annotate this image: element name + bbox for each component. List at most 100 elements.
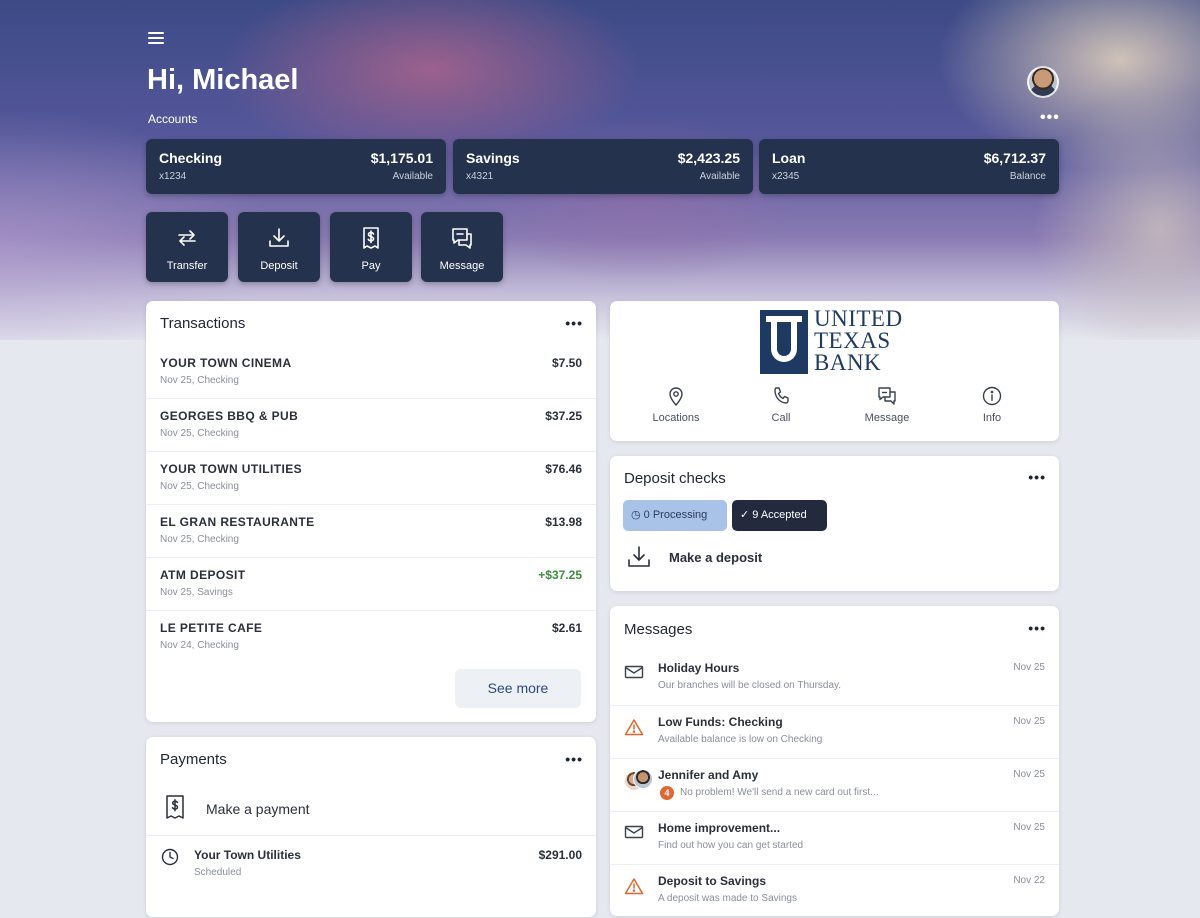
user-avatar[interactable] (1027, 66, 1059, 98)
transaction-row[interactable]: GEORGES BBQ & PUB Nov 25, Checking $37.2… (146, 398, 596, 451)
envelope-icon (624, 825, 644, 839)
account-amount-label: Available (699, 171, 740, 182)
accepted-filter-chip[interactable]: ✓ 9 Accepted (732, 500, 827, 531)
transaction-meta: Nov 25, Checking (160, 481, 239, 492)
message-row[interactable]: Jennifer and Amy 4 No problem! We'll sen… (610, 758, 1059, 812)
transaction-amount: $7.50 (551, 356, 582, 370)
phone-icon (774, 387, 789, 404)
message-date: Nov 25 (1013, 822, 1045, 833)
message-snippet: Our branches will be closed on Thursday. (658, 680, 842, 691)
make-payment-row[interactable]: Make a payment (146, 787, 596, 833)
message-title: Jennifer and Amy (658, 768, 759, 782)
bank-logo-line: TEXAS (814, 328, 891, 353)
bank-message-label: Message (864, 412, 910, 424)
messages-more-icon[interactable]: ••• (1028, 620, 1046, 636)
transactions-title: Transactions (160, 315, 246, 332)
map-pin-icon (669, 387, 683, 406)
call-button[interactable]: Call (736, 386, 826, 424)
message-row[interactable]: Home improvement... Find out how you can… (610, 811, 1059, 865)
hamburger-menu-icon[interactable] (148, 30, 164, 46)
transaction-merchant: GEORGES BBQ & PUB (160, 409, 299, 423)
see-more-button[interactable]: See more (455, 669, 581, 708)
unread-count-badge: 4 (660, 786, 674, 800)
account-amount-label: Balance (1009, 171, 1046, 182)
account-amount: $1,175.01 (370, 150, 433, 166)
download-tray-icon (269, 228, 289, 247)
transactions-more-icon[interactable]: ••• (565, 315, 583, 331)
message-snippet: No problem! We'll send a new card out fi… (680, 787, 879, 798)
transaction-amount: $2.61 (551, 621, 582, 635)
clock-icon: ◷ (631, 509, 641, 521)
bank-logo-wordmark: UNITED TEXAS BANK (814, 306, 903, 375)
locations-button[interactable]: Locations (631, 386, 721, 424)
payment-row[interactable]: Your Town Utilities Scheduled $291.00 (146, 835, 596, 886)
transfer-button[interactable]: Transfer (146, 212, 228, 282)
account-name: Loan (772, 150, 806, 166)
account-card-savings[interactable]: Savings x4321 $2,423.25 Available (453, 139, 753, 194)
bank-message-button[interactable]: Message (842, 386, 932, 424)
message-snippet: Available balance is low on Checking (658, 734, 823, 745)
bill-dollar-icon (363, 227, 379, 249)
transaction-row[interactable]: ATM DEPOSIT Nov 25, Savings +$37.25 (146, 557, 596, 610)
bill-dollar-icon (166, 795, 184, 819)
message-date: Nov 22 (1013, 875, 1045, 886)
pay-label: Pay (361, 260, 381, 272)
make-payment-label: Make a payment (206, 801, 310, 817)
pay-button[interactable]: Pay (330, 212, 412, 282)
deposit-button[interactable]: Deposit (238, 212, 320, 282)
transaction-merchant: EL GRAN RESTAURANTE (160, 515, 315, 529)
warning-icon (624, 719, 644, 736)
message-row[interactable]: Deposit to Savings A deposit was made to… (610, 864, 1059, 918)
account-number: x1234 (159, 171, 187, 182)
message-row[interactable]: Holiday Hours Our branches will be close… (610, 652, 1059, 705)
payments-card: Payments ••• Make a payment Your Town Ut… (146, 737, 596, 917)
transaction-row[interactable]: YOUR TOWN UTILITIES Nov 25, Checking $76… (146, 451, 596, 504)
account-number: x2345 (772, 171, 800, 182)
deposit-label: Deposit (260, 260, 298, 272)
message-title: Deposit to Savings (658, 874, 767, 888)
deposit-checks-more-icon[interactable]: ••• (1028, 469, 1046, 485)
message-label: Message (439, 260, 485, 272)
payments-more-icon[interactable]: ••• (565, 751, 583, 767)
info-icon (982, 386, 1002, 406)
transaction-row[interactable]: YOUR TOWN CINEMA Nov 25, Checking $7.50 (146, 346, 596, 398)
payment-amount: $291.00 (538, 848, 582, 862)
payment-payee: Your Town Utilities (194, 848, 301, 862)
account-card-checking[interactable]: Checking x1234 $1,175.01 Available (146, 139, 446, 194)
transaction-merchant: YOUR TOWN CINEMA (160, 356, 292, 370)
account-amount: $6,712.37 (983, 150, 1046, 166)
account-amount: $2,423.25 (677, 150, 740, 166)
account-number: x4321 (466, 171, 494, 182)
info-button[interactable]: Info (947, 386, 1037, 424)
message-date: Nov 25 (1013, 662, 1045, 673)
bank-logo-line: BANK (814, 350, 882, 375)
bank-logo-line: UNITED (814, 306, 903, 331)
check-icon: ✓ (740, 509, 750, 521)
account-amount-label: Available (392, 171, 433, 182)
info-label: Info (982, 412, 1002, 424)
make-deposit-row[interactable]: Make a deposit (610, 540, 1059, 576)
message-row[interactable]: Low Funds: Checking Available balance is… (610, 705, 1059, 759)
transaction-meta: Nov 25, Checking (160, 375, 239, 386)
transactions-card: Transactions ••• YOUR TOWN CINEMA Nov 25… (146, 301, 596, 722)
chat-bubble-icon (878, 387, 896, 405)
call-label: Call (771, 412, 791, 424)
group-avatar-icon (624, 769, 653, 791)
bank-logo-emblem (760, 310, 808, 374)
download-tray-icon (628, 546, 650, 567)
account-name: Checking (159, 150, 223, 166)
transaction-meta: Nov 24, Checking (160, 640, 239, 651)
payment-status: Scheduled (194, 867, 242, 878)
accounts-more-icon[interactable]: ••• (1040, 109, 1060, 127)
processing-filter-chip[interactable]: ◷ 0 Processing (623, 500, 727, 531)
transfer-label: Transfer (166, 260, 208, 272)
message-button[interactable]: Message (421, 212, 503, 282)
messages-title: Messages (624, 621, 693, 638)
transaction-row[interactable]: EL GRAN RESTAURANTE Nov 25, Checking $13… (146, 504, 596, 557)
transaction-amount: $76.46 (545, 462, 582, 476)
account-card-loan[interactable]: Loan x2345 $6,712.37 Balance (759, 139, 1059, 194)
processing-count: 0 Processing (643, 509, 708, 521)
transaction-row[interactable]: LE PETITE CAFE Nov 24, Checking $2.61 (146, 610, 596, 663)
clock-icon (161, 848, 179, 866)
transaction-merchant: LE PETITE CAFE (160, 621, 263, 635)
